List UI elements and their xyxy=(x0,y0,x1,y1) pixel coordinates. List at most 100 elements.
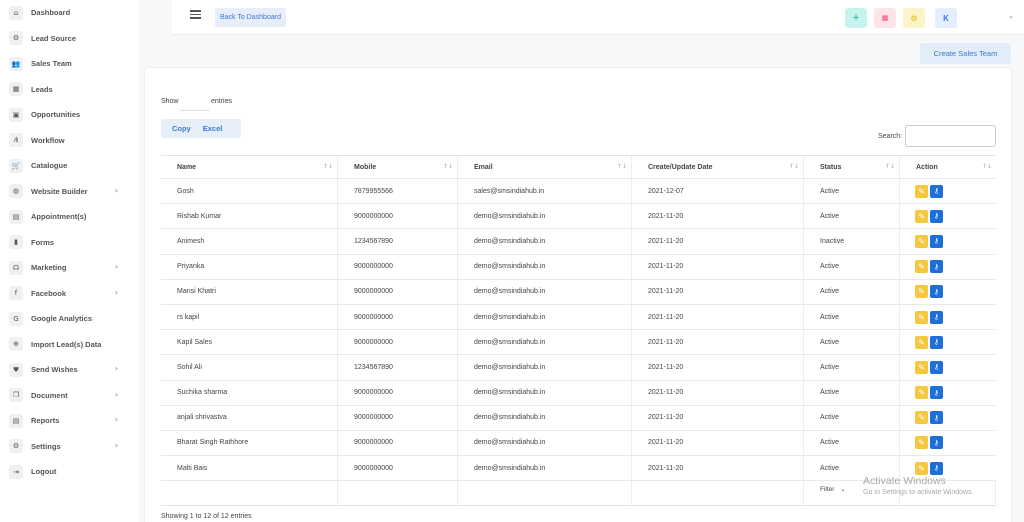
action-cell: ✎ ⚷ xyxy=(900,431,996,455)
heart-icon: ♥ xyxy=(9,362,23,377)
column-header[interactable]: Create/Update Date ↑↓ xyxy=(632,156,804,178)
table-cell: Malti Bais xyxy=(161,456,338,481)
sidebar-item-logout[interactable]: ⇥ Logout xyxy=(0,459,138,485)
sidebar-item-appointment-s[interactable]: ▤ Appointment(s) xyxy=(0,204,138,230)
edit-icon[interactable]: ✎ xyxy=(915,386,928,400)
key-icon[interactable]: ⚷ xyxy=(930,335,943,349)
key-icon[interactable]: ⚷ xyxy=(930,184,943,198)
key-icon[interactable]: ⚷ xyxy=(930,360,943,374)
globe-icon: ◍ xyxy=(9,184,23,199)
user-avatar[interactable]: K xyxy=(935,8,957,28)
create-sales-team-button[interactable]: Create Sales Team xyxy=(920,43,1011,64)
watermark-subtitle: Go to Settings to activate Windows. xyxy=(863,489,974,496)
sort-icon[interactable]: ↑↓ xyxy=(789,163,799,170)
key-icon[interactable]: ⚷ xyxy=(930,436,943,450)
chevron-right-icon: › xyxy=(114,364,118,373)
sort-icon[interactable]: ↑↓ xyxy=(982,163,992,170)
action-cell: ✎ ⚷ xyxy=(900,381,996,405)
table-cell: 2021-11-20 xyxy=(632,330,804,355)
excel-button[interactable]: Excel xyxy=(203,124,223,133)
gear-icon[interactable]: ⚙ xyxy=(903,8,925,28)
sidebar-item-workflow[interactable]: ⋔ Workflow xyxy=(0,128,138,154)
edit-icon[interactable]: ✎ xyxy=(915,310,928,324)
table-cell: Animesh xyxy=(161,229,338,254)
google-icon: G xyxy=(9,311,23,326)
menu-toggle-icon[interactable] xyxy=(190,10,201,19)
sidebar-item-document[interactable]: ❐ Document › xyxy=(0,383,138,409)
showing-entries-text: Showing 1 to 12 of 12 entries xyxy=(161,513,252,520)
table-cell: rs kapil xyxy=(161,304,338,330)
edit-icon[interactable]: ✎ xyxy=(915,234,928,248)
plus-icon[interactable]: + xyxy=(845,8,867,28)
edit-icon[interactable]: ✎ xyxy=(915,260,928,274)
report-icon: ▤ xyxy=(9,413,23,428)
sidebar-item-reports[interactable]: ▤ Reports › xyxy=(0,408,138,434)
key-icon[interactable]: ⚷ xyxy=(930,260,943,274)
column-header[interactable]: Action ↑↓ xyxy=(900,156,996,178)
activate-windows-watermark: Activate Windows Go to Settings to activ… xyxy=(863,475,974,496)
edit-icon[interactable]: ✎ xyxy=(915,184,928,198)
sidebar-item-send-wishes[interactable]: ♥ Send Wishes › xyxy=(0,357,138,383)
key-icon[interactable]: ⚷ xyxy=(930,411,943,425)
filter-cell xyxy=(338,481,458,506)
table-cell: Active xyxy=(804,179,900,204)
table-cell: 9000000000 xyxy=(338,279,458,304)
apps-grid-icon[interactable]: ▦ xyxy=(874,8,896,28)
sidebar-item-leads[interactable]: ▦ Leads xyxy=(0,77,138,103)
filter-cell xyxy=(458,481,632,506)
table-cell: Active xyxy=(804,380,900,405)
sort-icon[interactable]: ↑↓ xyxy=(617,163,627,170)
column-header[interactable]: Email ↑↓ xyxy=(458,156,632,178)
back-to-dashboard-button[interactable]: Back To Dashboard xyxy=(215,8,286,27)
column-header[interactable]: Mobile ↑↓ xyxy=(338,156,458,178)
sidebar-item-label: Catalogue xyxy=(31,161,68,171)
money-icon: ▣ xyxy=(9,107,23,122)
sidebar-item-website-builder[interactable]: ◍ Website Builder › xyxy=(0,179,138,205)
key-icon[interactable]: ⚷ xyxy=(930,386,943,400)
column-header[interactable]: Status ↑↓ xyxy=(804,156,900,178)
sort-icon[interactable]: ↑↓ xyxy=(443,163,453,170)
sidebar-item-opportunities[interactable]: ▣ Opportunities xyxy=(0,102,138,128)
key-icon[interactable]: ⚷ xyxy=(930,209,943,223)
edit-icon[interactable]: ✎ xyxy=(915,285,928,299)
status-filter-select[interactable]: Filter ⌄ xyxy=(820,484,845,494)
sidebar-item-dashboard[interactable]: ⌂ Dashboard xyxy=(0,0,138,26)
sidebar-item-marketing[interactable]: ☊ Marketing › xyxy=(0,255,138,281)
edit-icon[interactable]: ✎ xyxy=(915,436,928,450)
filter-cell xyxy=(632,481,804,506)
chevron-down-icon[interactable]: ⌄ xyxy=(1008,12,1014,20)
column-header-label: Status xyxy=(820,163,842,171)
table-cell: 2021-11-20 xyxy=(632,279,804,304)
sidebar-item-sales-team[interactable]: 👥 Sales Team xyxy=(0,51,138,77)
table-cell: demo@smsindiahub.in xyxy=(458,355,632,380)
entries-select[interactable] xyxy=(180,94,210,111)
edit-icon[interactable]: ✎ xyxy=(915,461,928,475)
sort-icon[interactable]: ↑↓ xyxy=(323,163,333,170)
sidebar-item-forms[interactable]: ▮ Forms xyxy=(0,230,138,256)
table-cell: 9000000000 xyxy=(338,430,458,456)
edit-icon[interactable]: ✎ xyxy=(915,335,928,349)
sort-icon[interactable]: ↑↓ xyxy=(885,163,895,170)
key-icon[interactable]: ⚷ xyxy=(930,285,943,299)
table-cell: demo@smsindiahub.in xyxy=(458,304,632,330)
sidebar-item-label: Workflow xyxy=(31,135,65,145)
sidebar-item-import-lead-s-data[interactable]: ⊕ Import Lead(s) Data xyxy=(0,332,138,358)
column-header[interactable]: Name ↑↓ xyxy=(161,156,338,178)
edit-icon[interactable]: ✎ xyxy=(915,209,928,223)
action-cell: ✎ ⚷ xyxy=(900,406,996,430)
import-icon: ⊕ xyxy=(9,337,23,352)
sidebar-item-facebook[interactable]: f Facebook › xyxy=(0,281,138,307)
key-icon[interactable]: ⚷ xyxy=(930,310,943,324)
key-icon[interactable]: ⚷ xyxy=(930,234,943,248)
watermark-title: Activate Windows xyxy=(863,475,946,487)
sidebar-item-label: Reports xyxy=(31,416,60,426)
edit-icon[interactable]: ✎ xyxy=(915,360,928,374)
key-icon[interactable]: ⚷ xyxy=(930,461,943,475)
search-input[interactable] xyxy=(905,125,996,147)
sidebar-item-settings[interactable]: ⚙ Settings › xyxy=(0,434,138,460)
sidebar-item-lead-source[interactable]: ⚙ Lead Source xyxy=(0,26,138,52)
sidebar-item-google-analytics[interactable]: G Google Analytics xyxy=(0,306,138,332)
copy-button[interactable]: Copy xyxy=(172,124,191,133)
sidebar-item-catalogue[interactable]: 🛒 Catalogue xyxy=(0,153,138,179)
edit-icon[interactable]: ✎ xyxy=(915,411,928,425)
